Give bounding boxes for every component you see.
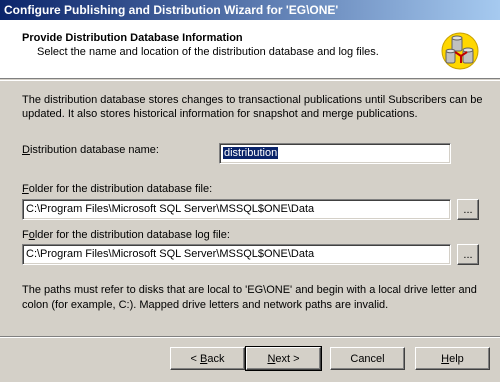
db-folder-label-mnemonic: F bbox=[22, 183, 29, 195]
cancel-label: Cancel bbox=[350, 352, 385, 365]
note-line-2: colon (for example, C:). Mapped drive le… bbox=[22, 299, 389, 311]
help-button[interactable]: Help bbox=[415, 347, 490, 370]
back-arrow: < bbox=[190, 352, 197, 365]
db-name-label-mnemonic: D bbox=[22, 144, 30, 156]
next-label: ext > bbox=[275, 352, 300, 365]
help-label: elp bbox=[449, 352, 464, 365]
db-folder-value: C:\Program Files\Microsoft SQL Server\MS… bbox=[26, 203, 315, 215]
log-folder-browse-button[interactable]: ... bbox=[457, 244, 479, 265]
db-folder-browse-label: ... bbox=[463, 203, 473, 216]
footer-divider-highlight bbox=[0, 337, 500, 338]
db-folder-label-text: older for the distribution database file… bbox=[28, 183, 213, 195]
wizard-header: Provide Distribution Database Informatio… bbox=[0, 20, 500, 79]
db-folder-input[interactable]: C:\Program Files\Microsoft SQL Server\MS… bbox=[22, 199, 451, 220]
log-folder-label-text: lder for the distribution database log f… bbox=[34, 229, 230, 241]
db-name-label-text: istribution database name: bbox=[29, 144, 159, 156]
note-line-1: The paths must refer to disks that are l… bbox=[22, 284, 477, 296]
next-mnemonic: N bbox=[267, 352, 276, 365]
db-name-label: Distribution database name: bbox=[22, 143, 159, 158]
db-folder-label: Folder for the distribution database fil… bbox=[22, 182, 212, 197]
log-folder-browse-label: ... bbox=[463, 248, 473, 261]
title-bar[interactable]: Configure Publishing and Distribution Wi… bbox=[0, 0, 500, 20]
db-name-input[interactable]: distribution bbox=[219, 143, 451, 164]
back-mnemonic: B bbox=[200, 352, 208, 365]
db-name-value: distribution bbox=[223, 147, 279, 159]
log-folder-input[interactable]: C:\Program Files\Microsoft SQL Server\MS… bbox=[22, 244, 451, 265]
help-mnemonic: H bbox=[441, 352, 450, 365]
header-separator bbox=[0, 80, 500, 81]
intro-line-2: updated. It also stores historical infor… bbox=[22, 108, 418, 120]
log-folder-label: Folder for the distribution database log… bbox=[22, 228, 230, 243]
database-distribution-icon bbox=[441, 32, 479, 70]
back-label: ack bbox=[207, 352, 225, 365]
window-title: Configure Publishing and Distribution Wi… bbox=[4, 3, 339, 17]
wizard-window: Configure Publishing and Distribution Wi… bbox=[0, 0, 500, 382]
back-button[interactable]: < Back bbox=[170, 347, 245, 370]
db-folder-browse-button[interactable]: ... bbox=[457, 199, 479, 220]
cancel-button[interactable]: Cancel bbox=[330, 347, 405, 370]
header-subtitle: Select the name and location of the dist… bbox=[37, 46, 379, 58]
next-button[interactable]: Next > bbox=[245, 346, 322, 371]
log-folder-label-pre: F bbox=[22, 229, 29, 241]
log-folder-value: C:\Program Files\Microsoft SQL Server\MS… bbox=[26, 248, 315, 260]
intro-line-1: The distribution database stores changes… bbox=[22, 94, 483, 106]
header-title: Provide Distribution Database Informatio… bbox=[22, 32, 243, 44]
